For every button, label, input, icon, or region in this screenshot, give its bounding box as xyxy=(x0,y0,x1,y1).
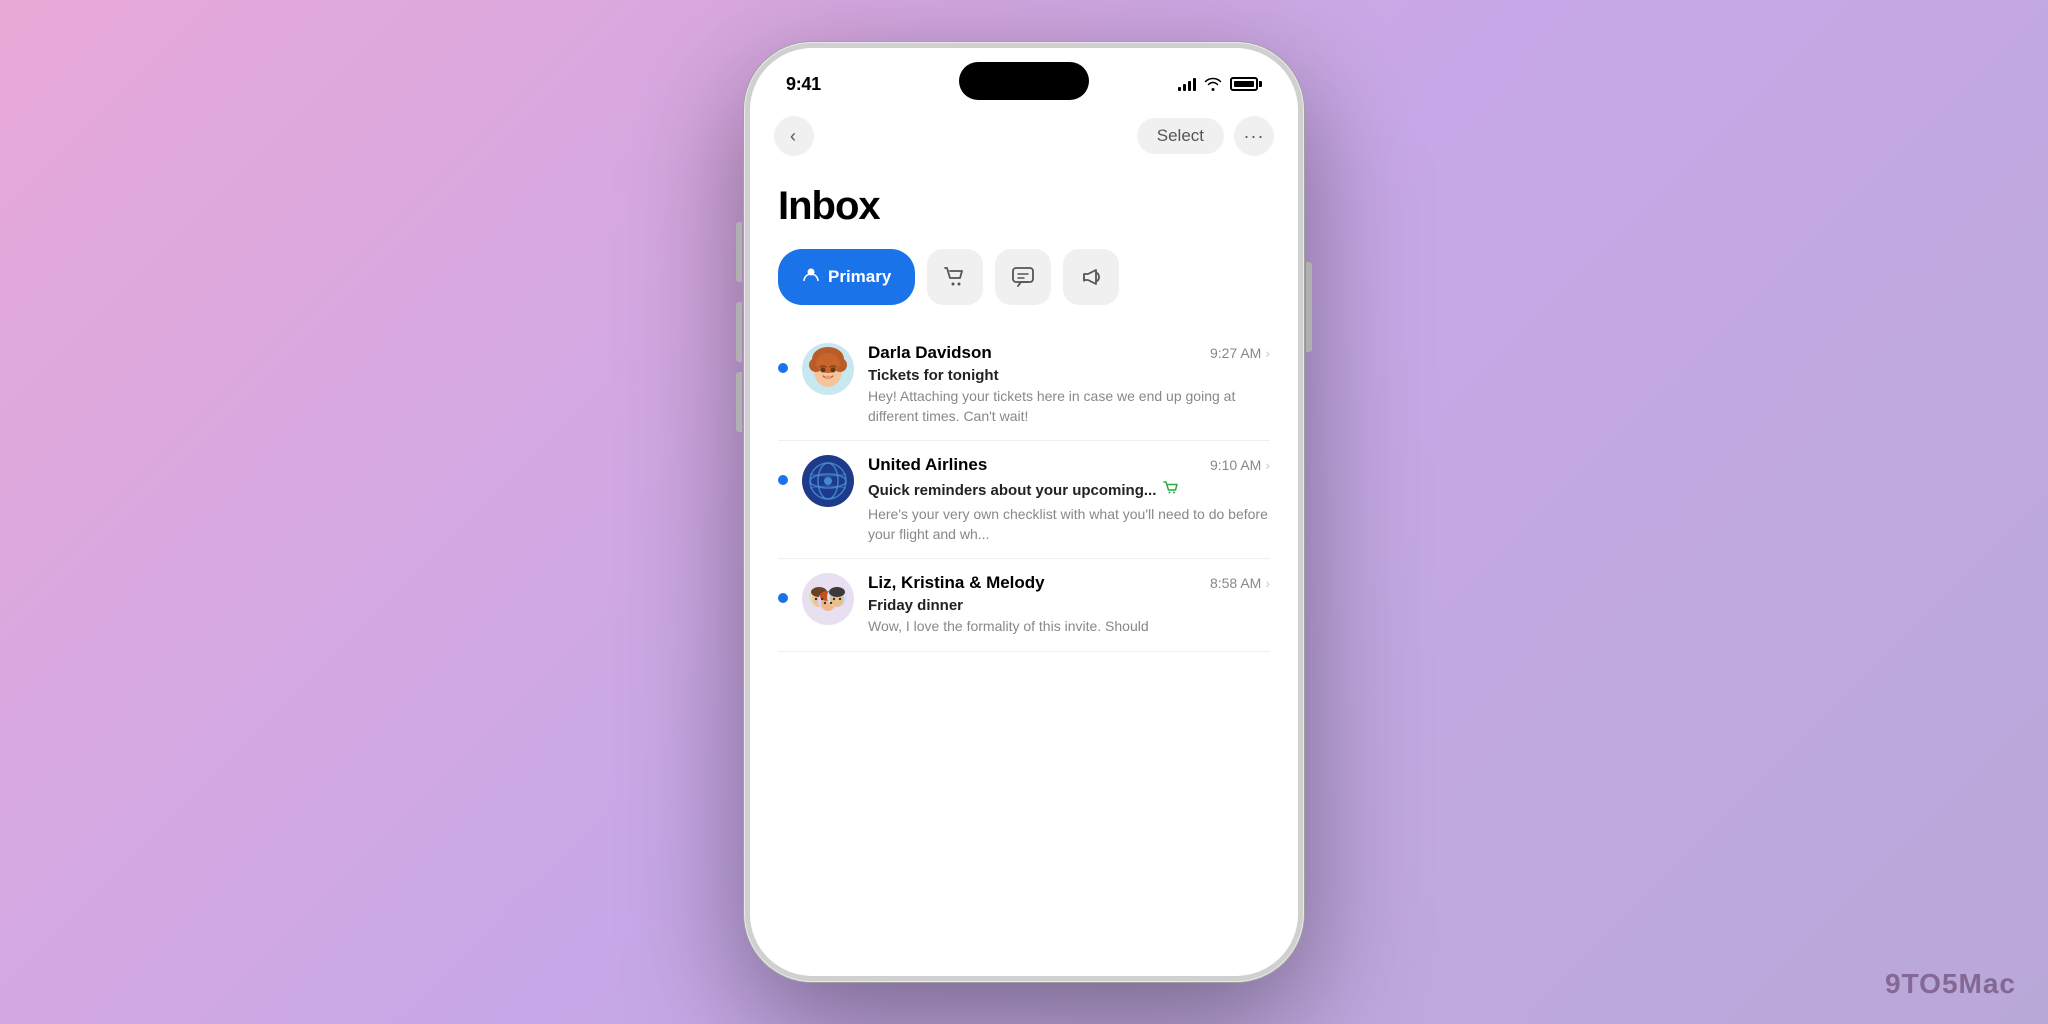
email-meta: 8:58 AM › xyxy=(1210,575,1270,591)
back-chevron-icon: ‹ xyxy=(790,126,796,147)
darla-avatar-image xyxy=(802,343,854,395)
content-area: Inbox Primary xyxy=(750,168,1298,652)
battery-icon xyxy=(1230,77,1262,91)
avatar xyxy=(802,343,854,395)
tab-promotions[interactable] xyxy=(1063,249,1119,305)
cart-icon xyxy=(942,264,968,290)
status-icons xyxy=(1178,77,1262,91)
chevron-right-icon: › xyxy=(1265,575,1270,591)
sender-name: United Airlines xyxy=(868,455,987,475)
email-item[interactable]: Darla Davidson 9:27 AM › Tickets for ton… xyxy=(778,329,1270,441)
email-header: United Airlines 9:10 AM › xyxy=(868,455,1270,475)
email-subject: Friday dinner xyxy=(868,597,1270,614)
category-tabs: Primary xyxy=(778,249,1270,305)
email-body: Liz, Kristina & Melody 8:58 AM › Friday … xyxy=(868,573,1270,637)
nav-bar: ‹ Select ··· xyxy=(750,104,1298,168)
nav-right-actions: Select ··· xyxy=(1137,116,1274,156)
email-header: Liz, Kristina & Melody 8:58 AM › xyxy=(868,573,1270,593)
group-avatar-image xyxy=(802,573,854,625)
subject-text: Quick reminders about your upcoming... xyxy=(868,482,1156,499)
unread-indicator xyxy=(778,593,788,603)
email-body: Darla Davidson 9:27 AM › Tickets for ton… xyxy=(868,343,1270,426)
avatar xyxy=(802,455,854,507)
email-time: 9:10 AM xyxy=(1210,457,1261,473)
email-subject: Quick reminders about your upcoming... xyxy=(868,479,1270,502)
sender-name: Darla Davidson xyxy=(868,343,992,363)
unread-indicator xyxy=(778,475,788,485)
unread-indicator xyxy=(778,363,788,373)
dynamic-island xyxy=(959,62,1089,100)
phone-screen: 9:41 xyxy=(750,48,1298,976)
watermark: 9TO5Mac xyxy=(1885,968,2016,1000)
more-button[interactable]: ··· xyxy=(1234,116,1274,156)
chevron-right-icon: › xyxy=(1265,345,1270,361)
united-airlines-avatar-image xyxy=(802,455,854,507)
email-preview: Hey! Attaching your tickets here in case… xyxy=(868,387,1270,426)
chat-icon xyxy=(1010,264,1036,290)
status-time: 9:41 xyxy=(786,74,821,95)
signal-icon xyxy=(1178,77,1196,91)
chevron-right-icon: › xyxy=(1265,457,1270,473)
phone-shell: 9:41 xyxy=(744,42,1304,982)
email-item[interactable]: United Airlines 9:10 AM › Quick reminder… xyxy=(778,441,1270,559)
email-time: 8:58 AM xyxy=(1210,575,1261,591)
tab-social[interactable] xyxy=(995,249,1051,305)
select-button[interactable]: Select xyxy=(1137,118,1224,154)
email-meta: 9:27 AM › xyxy=(1210,345,1270,361)
tab-primary-label: Primary xyxy=(828,267,891,287)
email-time: 9:27 AM xyxy=(1210,345,1261,361)
sender-name: Liz, Kristina & Melody xyxy=(868,573,1045,593)
status-bar: 9:41 xyxy=(750,48,1298,104)
avatar xyxy=(802,573,854,625)
more-icon: ··· xyxy=(1244,126,1265,147)
shopping-category-badge xyxy=(1162,479,1180,502)
page-title: Inbox xyxy=(778,184,1270,229)
person-icon xyxy=(802,266,820,289)
email-header: Darla Davidson 9:27 AM › xyxy=(868,343,1270,363)
megaphone-icon xyxy=(1078,264,1104,290)
email-list: Darla Davidson 9:27 AM › Tickets for ton… xyxy=(778,329,1270,652)
email-item[interactable]: Liz, Kristina & Melody 8:58 AM › Friday … xyxy=(778,559,1270,652)
back-button[interactable]: ‹ xyxy=(774,116,814,156)
email-preview: Here's your very own checklist with what… xyxy=(868,505,1270,544)
phone-container: 9:41 xyxy=(744,42,1304,982)
email-meta: 9:10 AM › xyxy=(1210,457,1270,473)
tab-shopping[interactable] xyxy=(927,249,983,305)
email-body: United Airlines 9:10 AM › Quick reminder… xyxy=(868,455,1270,544)
email-subject: Tickets for tonight xyxy=(868,367,1270,384)
wifi-icon xyxy=(1204,77,1222,91)
tab-primary[interactable]: Primary xyxy=(778,249,915,305)
email-preview: Wow, I love the formality of this invite… xyxy=(868,617,1270,637)
